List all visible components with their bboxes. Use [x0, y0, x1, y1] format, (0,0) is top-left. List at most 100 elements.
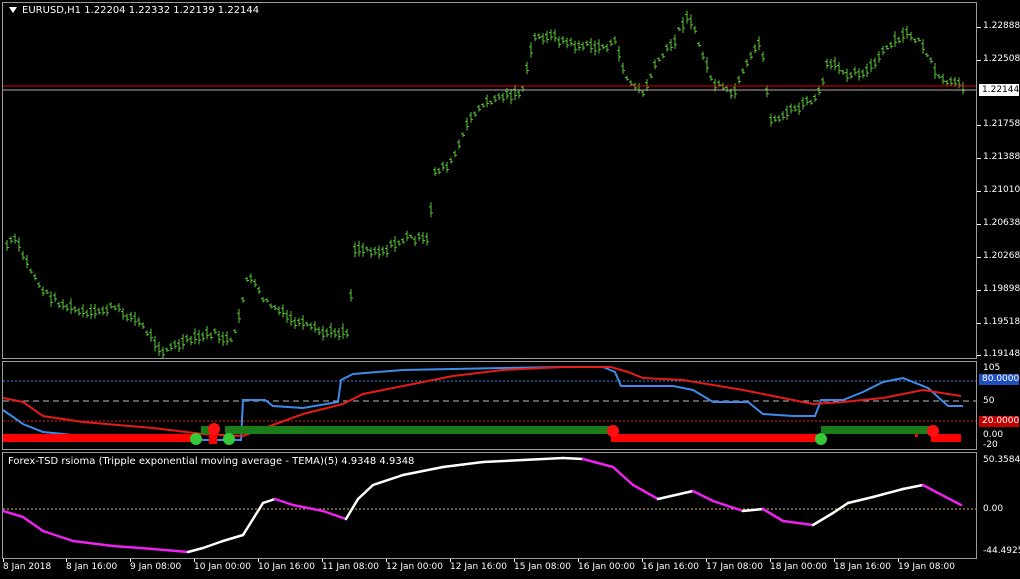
price-label: 1.20268: [983, 251, 1020, 261]
price-bar: [605, 43, 609, 53]
price-bar: [953, 77, 957, 87]
bull-bar: [225, 426, 613, 434]
price-bar: [833, 56, 837, 71]
price-bar: [125, 313, 129, 322]
price-bar: [885, 44, 889, 51]
price-bar: [393, 236, 397, 253]
time-label: 18 Jan 16:00: [834, 562, 891, 572]
price-tick: [977, 125, 981, 126]
time-label: 8 Jan 2018: [3, 562, 52, 572]
price-scale[interactable]: 1.22888 1.22508 1.22144 1.21758 1.21388 …: [977, 0, 1020, 579]
price-bar: [449, 157, 453, 164]
price-chart-pane[interactable]: EURUSD,H1 1.22204 1.22332 1.22139 1.2214…: [2, 2, 977, 359]
price-bar: [861, 69, 865, 79]
price-bar: [557, 36, 561, 48]
price-bar: [201, 331, 205, 342]
price-bar: [397, 240, 401, 246]
price-bar: [321, 325, 325, 341]
collapse-triangle-icon[interactable]: [9, 7, 17, 13]
price-tick: [977, 60, 981, 61]
price-bar: [937, 74, 941, 79]
price-bar: [97, 307, 101, 315]
price-bar: [801, 96, 805, 110]
price-bar: [693, 25, 697, 34]
price-bar: [609, 39, 613, 47]
price-bar: [465, 117, 469, 131]
price-bar: [493, 95, 497, 103]
price-label: 1.22508: [983, 54, 1020, 64]
tema-segment: [846, 495, 875, 505]
price-bar: [949, 76, 953, 87]
tema-segment: [186, 546, 205, 554]
price-bar: [381, 246, 385, 256]
price-bar: [109, 302, 113, 309]
ind1-level-105: 105: [983, 363, 1001, 373]
price-bar: [573, 40, 577, 54]
ind1-level-neg20: -20: [983, 440, 998, 450]
indicator2-pane[interactable]: Forex-TSD rsioma (Tripple exponential mo…: [2, 452, 977, 559]
price-bar: [873, 57, 877, 69]
price-bar: [61, 299, 65, 310]
price-bar: [185, 334, 189, 343]
price-tick: [977, 355, 981, 356]
price-bar: [753, 44, 757, 54]
price-bar: [49, 291, 53, 308]
tema-segment: [811, 511, 835, 527]
price-bar: [193, 328, 197, 345]
tema-segment: [921, 483, 940, 495]
price-bar: [69, 298, 73, 315]
time-label: 19 Jan 08:00: [898, 562, 955, 572]
price-bar: [453, 150, 457, 158]
price-bar: [217, 331, 221, 344]
price-bar: [673, 34, 677, 50]
price-bar: [317, 326, 321, 336]
price-bar: [845, 68, 849, 83]
price-bar: [65, 303, 69, 312]
price-bar: [721, 82, 725, 91]
buy-signal-dot: [190, 433, 202, 445]
tema-segment: [356, 483, 375, 501]
price-bar: [145, 330, 149, 337]
price-bar: [441, 161, 445, 171]
price-bar: [225, 331, 229, 346]
tema-segment: [656, 489, 695, 501]
price-bar: [309, 322, 313, 331]
price-bar: [685, 10, 689, 24]
price-bar: [401, 237, 405, 244]
price-bar: [681, 17, 685, 34]
ind2-level-max: 50.3584: [983, 455, 1020, 465]
price-bar: [785, 105, 789, 120]
price-bar: [413, 236, 417, 247]
time-scale[interactable]: 8 Jan 2018 8 Jan 16:00 9 Jan 08:00 10 Ja…: [0, 559, 977, 579]
price-bar: [537, 33, 541, 40]
price-bar: [25, 255, 29, 269]
price-bar: [469, 111, 473, 123]
tema-segment: [761, 507, 785, 523]
tema-segment: [936, 491, 963, 507]
price-bar: [285, 309, 289, 323]
price-bar: [313, 321, 317, 333]
price-bar: [37, 282, 41, 289]
tema-segment: [3, 509, 25, 519]
price-bar: [853, 66, 857, 76]
price-bar: [741, 68, 745, 75]
price-bar: [353, 242, 357, 258]
price-bar: [261, 296, 265, 303]
indicator1-pane[interactable]: [2, 361, 977, 450]
price-bar: [849, 71, 853, 79]
rsioma-canvas: [3, 456, 976, 554]
price-bar: [697, 42, 701, 47]
buy-signal-dot: [815, 433, 827, 445]
price-bar: [589, 37, 593, 54]
price-bar: [301, 315, 305, 330]
time-label: 8 Jan 16:00: [66, 562, 118, 572]
sell-signal-dot: [607, 425, 619, 437]
price-bar: [661, 53, 665, 59]
symbol-ohlc-label: EURUSD,H1 1.22204 1.22332 1.22139 1.2214…: [22, 5, 260, 16]
price-bar: [273, 304, 277, 311]
price-bar: [497, 93, 501, 100]
time-label: 10 Jan 16:00: [258, 562, 315, 572]
price-bar: [889, 41, 893, 49]
price-bar: [77, 307, 81, 316]
ind2-level-zero: 0.00: [983, 504, 1004, 514]
